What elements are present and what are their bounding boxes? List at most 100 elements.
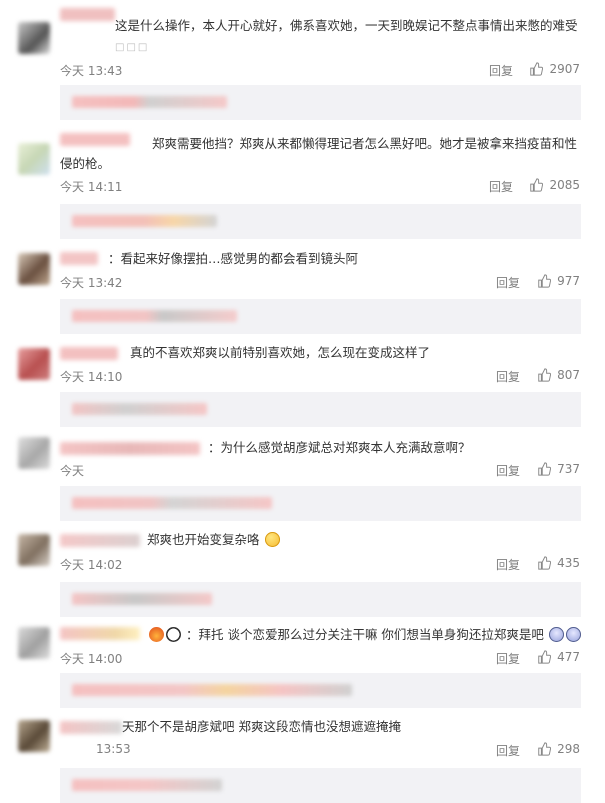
comment-meta: 今天 13:43 回复 2907 — [60, 62, 580, 80]
reply-button[interactable]: 回复 — [496, 556, 520, 573]
comment-meta: 今天 14:11 回复 2085 — [60, 178, 580, 196]
username-blurred[interactable] — [60, 534, 140, 547]
reply-preview-box[interactable] — [60, 673, 581, 708]
comment-text-wrap: ：拜托 谈个恋爱那么过分关注干嘛 你们想当单身狗还拉郑爽是吧 — [148, 625, 598, 645]
thumbs-up-icon — [530, 178, 544, 192]
comment-meta: 今天 14:00 回复 477 — [60, 650, 580, 668]
comment-time: 今天 14:02 — [60, 558, 123, 572]
reply-preview-box[interactable] — [60, 768, 581, 803]
reply-button[interactable]: 回复 — [496, 274, 520, 291]
like-count: 298 — [557, 742, 580, 756]
comment-meta: 今天 13:42 回复 977 — [60, 274, 580, 292]
panda-emoji-icon — [166, 627, 181, 642]
comment-text-wrap: 这是什么操作，本人开心就好，佛系喜欢她，一天到晚娱记不整点事情出来憋的难受 □□… — [115, 16, 585, 58]
like-button[interactable]: 977 — [537, 274, 580, 288]
comment-feed: 这是什么操作，本人开心就好，佛系喜欢她，一天到晚娱记不整点事情出来憋的难受 □□… — [0, 0, 605, 803]
reply-button[interactable]: 回复 — [496, 742, 520, 759]
thumbs-up-icon — [538, 742, 552, 756]
username-blurred[interactable] — [60, 442, 200, 455]
username-blurred[interactable] — [60, 721, 122, 734]
comment-text: ：为什么感觉胡彦斌总对郑爽本人充满敌意啊？ — [208, 440, 471, 455]
comment-text-wrap: 真的不喜欢郑爽以前特别喜欢她，怎么现在变成这样了 — [130, 343, 590, 363]
reply-button[interactable]: 回复 — [496, 462, 520, 479]
avatar[interactable] — [18, 627, 50, 659]
reply-preview-blurred — [72, 593, 212, 605]
thumbs-up-icon — [530, 62, 544, 76]
thumbs-up-icon — [538, 556, 552, 570]
comment-time: 今天 13:42 — [60, 276, 123, 290]
comment-meta: 今天 回复 737 — [60, 462, 580, 480]
avatar[interactable] — [18, 437, 50, 469]
like-count: 477 — [557, 650, 580, 664]
comment-text-wrap: ：为什么感觉胡彦斌总对郑爽本人充满敌意啊？ — [208, 438, 598, 458]
reply-button[interactable]: 回复 — [489, 178, 513, 195]
comment-text: 真的不喜欢郑爽以前特别喜欢她，怎么现在变成这样了 — [130, 345, 431, 360]
like-button[interactable]: 477 — [537, 650, 580, 664]
comment-text: 郑爽也开始变复杂咯 — [147, 532, 260, 547]
thumbs-up-icon — [538, 650, 552, 664]
like-count: 977 — [557, 274, 580, 288]
reply-button[interactable]: 回复 — [496, 368, 520, 385]
comment-text: 郑爽需要他挡？郑爽从来都懒得理记者怎么黑好吧。她才是被拿来挡疫苗和性侵的枪。 — [60, 136, 578, 171]
fire-emoji-icon — [149, 627, 164, 642]
avatar[interactable] — [18, 534, 50, 566]
username-blurred[interactable] — [60, 8, 115, 21]
avatar[interactable] — [18, 253, 50, 285]
comment-meta: 13:53 回复 298 — [96, 742, 580, 760]
like-button[interactable]: 807 — [537, 368, 580, 382]
comment-text-wrap: 天那个不是胡彦斌吧 郑爽这段恋情也没想遮遮掩掩 — [122, 717, 592, 737]
comment-text: ：拜托 谈个恋爱那么过分关注干嘛 你们想当单身狗还拉郑爽是吧 — [185, 627, 544, 642]
comment-meta: 今天 14:02 回复 435 — [60, 556, 580, 574]
comment-text: 这是什么操作，本人开心就好，佛系喜欢她，一天到晚娱记不整点事情出来憋的难受 — [115, 18, 578, 33]
like-count: 807 — [557, 368, 580, 382]
like-count: 737 — [557, 462, 580, 476]
reply-preview-blurred — [72, 96, 227, 108]
comment-text-wrap: 郑爽也开始变复杂咯 — [147, 530, 587, 550]
face-emoji-icon — [565, 627, 581, 642]
like-button[interactable]: 298 — [537, 742, 580, 756]
reply-preview-box[interactable] — [60, 85, 581, 120]
reply-preview-blurred — [72, 403, 207, 415]
like-button[interactable]: 737 — [537, 462, 580, 476]
comment-time: 今天 14:00 — [60, 652, 123, 666]
comment-time: 13:53 — [96, 742, 131, 756]
thumbs-up-icon — [538, 368, 552, 382]
comment-text: ：看起来好像摆拍…感觉男的都会看到镜头阿 — [108, 251, 359, 266]
username-blurred[interactable] — [60, 347, 118, 360]
comment-time: 今天 — [60, 464, 85, 478]
like-count: 2907 — [549, 62, 580, 76]
avatar[interactable] — [18, 348, 50, 380]
thumbs-up-icon — [538, 274, 552, 288]
username-blurred[interactable] — [60, 252, 98, 265]
reply-button[interactable]: 回复 — [489, 62, 513, 79]
comment-meta: 今天 14:10 回复 807 — [60, 368, 580, 386]
reply-preview-blurred — [72, 215, 217, 227]
like-count: 435 — [557, 556, 580, 570]
reply-preview-box[interactable] — [60, 392, 581, 427]
reply-preview-blurred — [72, 497, 272, 509]
like-button[interactable]: 2085 — [529, 178, 580, 192]
reply-preview-box[interactable] — [60, 204, 581, 239]
avatar[interactable] — [18, 143, 50, 175]
reply-preview-blurred — [72, 779, 222, 791]
reply-preview-blurred — [72, 310, 237, 322]
username-blurred[interactable] — [60, 627, 140, 640]
reply-preview-box[interactable] — [60, 582, 581, 617]
comment-time: 今天 14:11 — [60, 180, 123, 194]
avatar[interactable] — [18, 720, 50, 752]
comment-time: 今天 14:10 — [60, 370, 123, 384]
like-button[interactable]: 2907 — [529, 62, 580, 76]
face-emoji-icon — [548, 627, 564, 642]
reply-preview-box[interactable] — [60, 299, 581, 334]
comment-text: 天那个不是胡彦斌吧 郑爽这段恋情也没想遮遮掩掩 — [122, 719, 401, 734]
avatar[interactable] — [18, 22, 50, 54]
thumbs-up-icon — [538, 462, 552, 476]
comment-text-wrap: ：看起来好像摆拍…感觉男的都会看到镜头阿 — [108, 249, 588, 269]
like-count: 2085 — [549, 178, 580, 192]
comment-time: 今天 13:43 — [60, 64, 123, 78]
like-button[interactable]: 435 — [537, 556, 580, 570]
comment-text-wrap: 郑爽需要他挡？郑爽从来都懒得理记者怎么黑好吧。她才是被拿来挡疫苗和性侵的枪。 — [60, 134, 585, 174]
reply-button[interactable]: 回复 — [496, 650, 520, 667]
emoji-placeholder: □□□ — [115, 42, 150, 53]
reply-preview-box[interactable] — [60, 486, 581, 521]
